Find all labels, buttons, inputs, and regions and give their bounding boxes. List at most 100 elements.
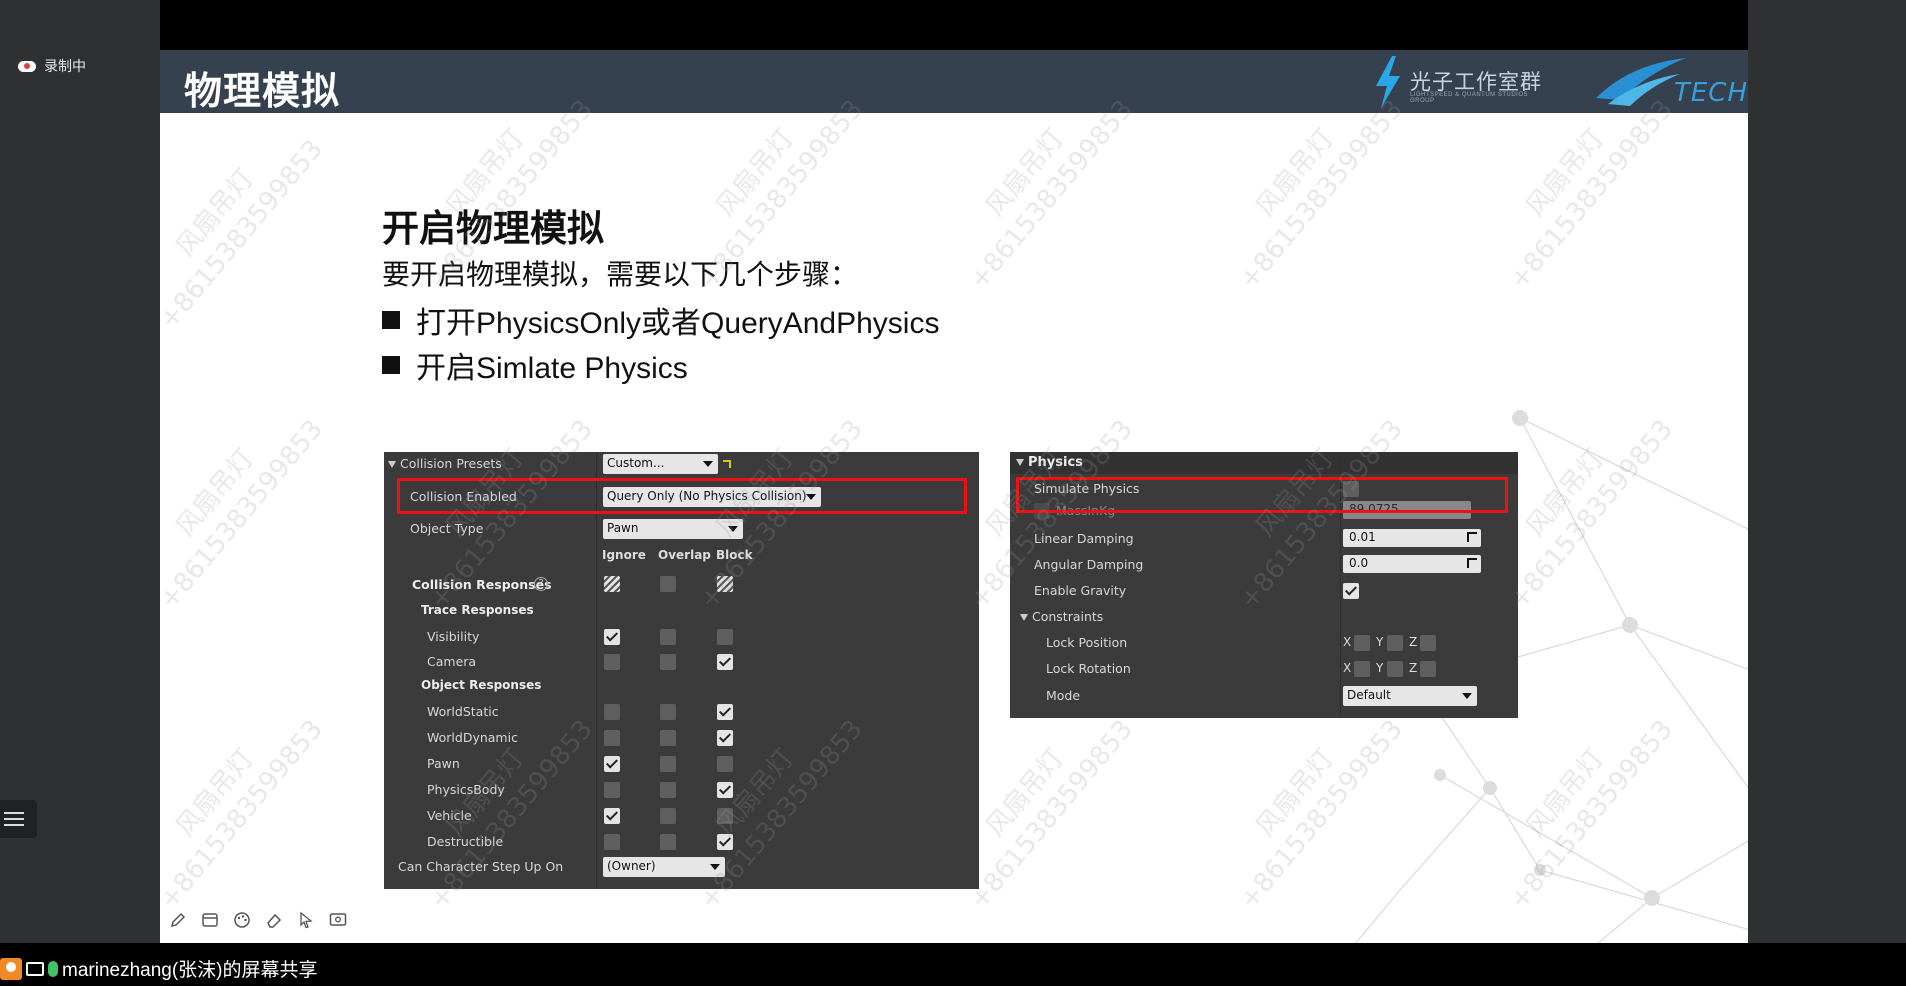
list-icon [8, 812, 24, 814]
block-checkbox[interactable] [717, 654, 733, 670]
pen-icon[interactable] [168, 910, 188, 930]
lock-rotation-label: Lock Rotation [1046, 661, 1131, 676]
linear-damping-label: Linear Damping [1034, 531, 1134, 546]
lock-rotation-y-checkbox[interactable] [1387, 661, 1403, 677]
overlap-checkbox[interactable] [660, 834, 676, 850]
object-responses-row: Object Responses [384, 675, 979, 697]
content-intro: 要开启物理模拟，需要以下几个步骤： [382, 259, 859, 290]
ignore-checkbox[interactable] [604, 704, 620, 720]
overlap-checkbox[interactable] [660, 730, 676, 746]
reset-to-default-icon[interactable] [723, 460, 731, 468]
block-checkbox[interactable] [717, 782, 733, 798]
angular-damping-value: 0.0 [1349, 556, 1369, 570]
lock-position-label: Lock Position [1046, 635, 1128, 650]
screen-settings-icon[interactable] [328, 910, 348, 930]
ignore-checkbox[interactable] [604, 654, 620, 670]
angular-damping-field[interactable]: 0.0 [1343, 555, 1481, 573]
lock-position-x-checkbox[interactable] [1354, 635, 1370, 651]
axis-z-label: Z [1409, 661, 1418, 675]
whiteboard-icon[interactable] [200, 910, 220, 930]
bullet-item: 打开PhysicsOnly或者QueryAndPhysics [382, 298, 939, 342]
bullet-text: 打开PhysicsOnly或者QueryAndPhysics [416, 307, 940, 340]
expand-arrow-icon[interactable] [1020, 614, 1028, 621]
object-type-row: Object Type Pawn [384, 518, 979, 540]
palette-icon[interactable] [232, 910, 252, 930]
response-column-headers: Ignore Overlap Block [384, 548, 979, 570]
expand-arrow-icon[interactable] [1016, 459, 1024, 466]
block-checkbox[interactable] [717, 704, 733, 720]
user-avatar-icon [0, 957, 22, 980]
lock-position-z-checkbox[interactable] [1420, 635, 1436, 651]
watermark-text: 风扇吊灯+8615383599853 [160, 691, 331, 916]
overlap-checkbox[interactable] [660, 629, 676, 645]
step-up-dropdown[interactable]: (Owner) [603, 857, 725, 877]
response-row-label: WorldDynamic [427, 730, 518, 745]
ignore-checkbox[interactable] [604, 730, 620, 746]
shared-slide: 物理模拟 光子工作室群 LIGHTSPEED & QUANTUM STUDIOS… [160, 50, 1748, 943]
tech-logo-text: TECH [1674, 78, 1748, 108]
response-row-physicsbody: PhysicsBody [384, 779, 979, 801]
help-icon[interactable]: ? [534, 577, 548, 591]
ignore-checkbox[interactable] [604, 808, 620, 824]
list-menu-button[interactable] [0, 800, 37, 838]
axis-x-label: X [1343, 635, 1352, 649]
watermark-line: +8615383599853 [963, 94, 1140, 296]
linear-damping-value: 0.01 [1349, 530, 1376, 544]
block-checkbox[interactable] [717, 730, 733, 746]
recording-cloud-icon [18, 59, 36, 73]
block-checkbox[interactable] [717, 808, 733, 824]
overlap-checkbox[interactable] [660, 808, 676, 824]
pointer-icon[interactable] [296, 910, 316, 930]
overlap-checkbox[interactable] [660, 756, 676, 772]
angular-damping-label: Angular Damping [1034, 557, 1144, 572]
step-up-label: Can Character Step Up On [398, 859, 564, 874]
linear-damping-field[interactable]: 0.01 [1343, 529, 1481, 547]
col-ignore-header: Ignore [602, 548, 646, 562]
ignore-checkbox[interactable] [604, 629, 620, 645]
mode-dropdown[interactable]: Default [1343, 686, 1477, 706]
axis-y-label: Y [1376, 635, 1384, 649]
lock-position-row: Lock Position X Y Z [1010, 632, 1518, 654]
object-responses-label: Object Responses [421, 678, 542, 692]
object-type-dropdown[interactable]: Pawn [603, 519, 743, 539]
ignore-checkbox[interactable] [604, 782, 620, 798]
constraints-row: Constraints [1010, 606, 1518, 628]
overlap-checkbox[interactable] [660, 782, 676, 798]
response-row-worlddynamic: WorldDynamic [384, 727, 979, 749]
lock-position-y-checkbox[interactable] [1387, 635, 1403, 651]
responses-overlap-checkbox[interactable] [660, 576, 676, 592]
physics-header-row: Physics [1010, 452, 1518, 474]
lock-rotation-x-checkbox[interactable] [1354, 661, 1370, 677]
response-row-label: Visibility [427, 629, 480, 644]
watermark-text: 风扇吊灯+8615383599853 [160, 391, 331, 616]
trace-responses-row: Trace Responses [384, 600, 979, 622]
response-row-label: Pawn [427, 756, 460, 771]
watermark-line: 风扇吊灯 [170, 443, 261, 543]
response-row-visibility: Visibility [384, 626, 979, 648]
collision-responses-label: Collision Responses [412, 577, 552, 592]
bullet-text: 开启Simlate Physics [416, 352, 688, 385]
collision-presets-dropdown[interactable]: Custom... [603, 454, 718, 474]
tech-logo: TECH [1590, 54, 1747, 110]
block-checkbox[interactable] [717, 756, 733, 772]
watermark-line: +8615383599853 [1503, 94, 1680, 296]
response-row-pawn: Pawn [384, 753, 979, 775]
overlap-checkbox[interactable] [660, 704, 676, 720]
responses-ignore-checkbox[interactable] [604, 576, 620, 592]
responses-block-checkbox[interactable] [717, 576, 733, 592]
ignore-checkbox[interactable] [604, 834, 620, 850]
expand-arrow-icon[interactable] [388, 461, 396, 468]
lock-rotation-z-checkbox[interactable] [1420, 661, 1436, 677]
enable-gravity-checkbox[interactable] [1343, 583, 1359, 599]
eraser-icon[interactable] [264, 910, 284, 930]
block-checkbox[interactable] [717, 834, 733, 850]
block-checkbox[interactable] [717, 629, 733, 645]
collision-presets-row: Collision Presets Custom... [384, 453, 979, 475]
ignore-checkbox[interactable] [604, 756, 620, 772]
response-row-label: Vehicle [427, 808, 472, 823]
response-row-destructible: Destructible [384, 831, 979, 853]
object-type-label: Object Type [410, 521, 484, 536]
col-overlap-header: Overlap [658, 548, 711, 562]
overlap-checkbox[interactable] [660, 654, 676, 670]
trace-responses-label: Trace Responses [421, 603, 534, 617]
